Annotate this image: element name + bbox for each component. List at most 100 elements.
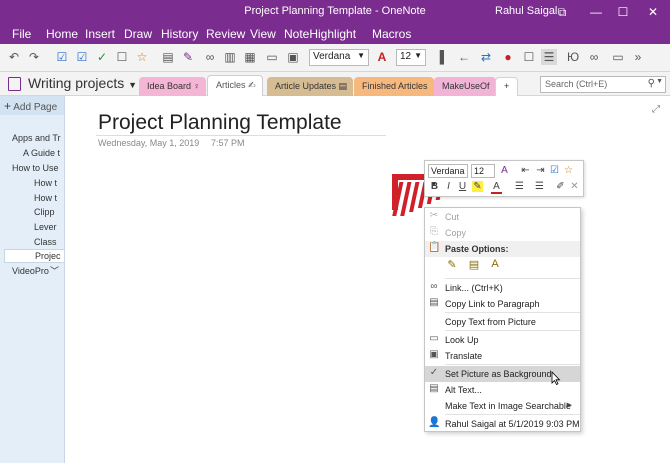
ribbon-display-options-icon[interactable]: ⧉	[547, 0, 577, 24]
menu-macros[interactable]: Macros	[372, 27, 411, 41]
tab-label: Finished Articles	[362, 81, 428, 91]
menu-item-label: Copy Text from Picture	[445, 317, 536, 327]
paste-merge-format-icon[interactable]: ▤	[467, 258, 481, 272]
clear-format-icon[interactable]: ✐	[555, 181, 566, 192]
check-icon[interactable]: ✓	[94, 49, 110, 65]
menu-item-copy[interactable]: ⎘ Copy	[425, 225, 580, 241]
paste-text-only-icon[interactable]: A	[488, 258, 502, 272]
menu-item-make-searchable[interactable]: Make Text in Image Searchable ▶	[425, 398, 580, 414]
tab-makeuseof[interactable]: MakeUseOf	[434, 77, 496, 96]
close-button[interactable]: ✕	[638, 0, 668, 24]
menu-item-link[interactable]: ∞ Link... (Ctrl+K)	[425, 280, 580, 296]
font-size-select[interactable]: 12 ▼	[396, 49, 426, 66]
decrease-indent-icon[interactable]: ⇤	[520, 165, 531, 176]
search-input[interactable]: Search (Ctrl+E) ⚲ ▼	[540, 76, 666, 93]
tag-icon[interactable]: ☆	[563, 165, 574, 176]
page-item[interactable]: How t	[34, 178, 64, 188]
page-item[interactable]: Apps and Tr	[12, 133, 62, 143]
page-icon[interactable]: ▤	[160, 49, 176, 65]
redo-icon[interactable]: ↷	[26, 49, 42, 65]
page-item[interactable]: VideoPro	[12, 266, 52, 276]
todo-tag-icon[interactable]: ☑	[549, 165, 560, 176]
page-item[interactable]: Clipp	[34, 207, 64, 217]
menu-item-label: Cut	[445, 212, 460, 222]
sync-icon[interactable]: ⇄	[478, 49, 494, 65]
eraser-icon[interactable]: ▌	[436, 49, 452, 65]
page-item[interactable]: How t	[34, 193, 64, 203]
title-bar: Project Planning Template - OneNote Rahu…	[0, 0, 670, 24]
chevron-down-icon[interactable]: ﹀	[50, 264, 59, 277]
checkmark-icon: ✓	[429, 367, 439, 378]
record-icon[interactable]: ●	[500, 49, 516, 65]
page-item[interactable]: How to Use	[12, 163, 62, 173]
menu-file[interactable]: File	[12, 27, 31, 41]
bullets-icon[interactable]: ☰	[514, 181, 525, 192]
page-time: 7:57 PM	[211, 138, 245, 148]
window-icon[interactable]: ▭	[610, 49, 626, 65]
menu-review[interactable]: Review	[206, 27, 245, 41]
font-color-icon[interactable]: A	[491, 181, 502, 194]
dock-icon[interactable]: ☰	[541, 49, 557, 65]
menu-insert[interactable]: Insert	[85, 27, 115, 41]
table-icon[interactable]: ▦	[242, 49, 258, 65]
star-tag-icon[interactable]: ☆	[134, 49, 150, 65]
highlight-icon[interactable]: ✎	[472, 181, 483, 192]
add-page-button[interactable]: + Add Page	[0, 96, 64, 115]
font-name-select[interactable]: Verdana ▼	[309, 49, 369, 66]
layout-icon[interactable]: ▭	[264, 49, 280, 65]
menu-notehighlight[interactable]: NoteHighlight	[284, 27, 356, 41]
page-item-selected[interactable]: Projec	[4, 249, 65, 263]
font-color-icon[interactable]: A	[374, 49, 390, 65]
minimize-button[interactable]: —	[581, 0, 611, 24]
menu-history[interactable]: History	[161, 27, 198, 41]
page-item[interactable]: A Guide t	[23, 148, 63, 158]
page-list-panel: + Add Page Apps and Tr A Guide t How to …	[0, 96, 65, 463]
arrow-left-icon[interactable]: ←	[456, 49, 472, 65]
todo-tag-icon[interactable]: ☑	[54, 49, 70, 65]
menu-view[interactable]: View	[250, 27, 276, 41]
document-icon[interactable]: ▥	[222, 49, 238, 65]
format-painter-icon[interactable]: ✎	[180, 49, 196, 65]
square-icon[interactable]: ☐	[521, 49, 537, 65]
tab-idea-board[interactable]: Idea Board ♀	[139, 77, 207, 96]
infinity-icon[interactable]: ∞	[586, 49, 602, 65]
page-item[interactable]: Class	[34, 237, 64, 247]
menu-item-translate[interactable]: ▣ Translate	[425, 348, 580, 364]
undo-icon[interactable]: ↶	[6, 49, 22, 65]
increase-indent-icon[interactable]: ⇥	[535, 165, 546, 176]
notebook-selector[interactable]: Writing projects ▼	[28, 75, 137, 91]
menu-home[interactable]: Home	[46, 27, 78, 41]
mini-font-select[interactable]: Verdana ▼	[428, 164, 468, 188]
format-painter-icon[interactable]: A	[499, 165, 510, 176]
menu-item-copy-text[interactable]: Copy Text from Picture	[425, 314, 580, 330]
tab-articles[interactable]: Articles ✍	[207, 75, 263, 97]
numbering-icon[interactable]: ☰	[534, 181, 545, 192]
add-section-button[interactable]: +	[495, 77, 519, 96]
menu-draw[interactable]: Draw	[124, 27, 152, 41]
close-icon[interactable]: ✕	[569, 181, 580, 192]
page-title[interactable]: Project Planning Template	[98, 111, 342, 135]
chevron-down-icon[interactable]: ▼	[656, 78, 663, 85]
mini-size-select[interactable]: 12 ▼	[471, 164, 495, 188]
menu-item-copy-link[interactable]: ▤ Copy Link to Paragraph	[425, 296, 580, 312]
link-icon[interactable]: ∞	[202, 49, 218, 65]
overflow-icon[interactable]: »	[630, 49, 646, 65]
screen-clip-icon[interactable]: ▣	[285, 49, 301, 65]
tab-article-updates[interactable]: Article Updates ▤	[267, 77, 354, 96]
maximize-button[interactable]: ☐	[608, 0, 638, 24]
tag-icon[interactable]: ☑	[74, 49, 90, 65]
immersive-reader-icon[interactable]: Ю	[562, 49, 584, 65]
checkbox-icon[interactable]: ☐	[114, 49, 130, 65]
paste-options-label: Paste Options:	[445, 244, 509, 254]
expand-icon[interactable]: ⤢	[652, 104, 660, 115]
italic-icon[interactable]: I	[443, 181, 454, 192]
underline-icon[interactable]: U	[457, 181, 468, 192]
bold-icon[interactable]: B	[429, 181, 440, 192]
tab-finished-articles[interactable]: Finished Articles	[354, 77, 434, 96]
menu-item-cut[interactable]: ✂ Cut	[425, 209, 580, 225]
page-item[interactable]: Lever	[34, 222, 64, 232]
menu-item-look-up[interactable]: ▭ Look Up	[425, 332, 580, 348]
search-icon[interactable]: ⚲	[648, 78, 655, 89]
paste-keep-format-icon[interactable]: ✎	[445, 258, 459, 272]
menu-item-author[interactable]: 👤 Rahul Saigal at 5/1/2019 9:03 PM	[425, 416, 580, 432]
